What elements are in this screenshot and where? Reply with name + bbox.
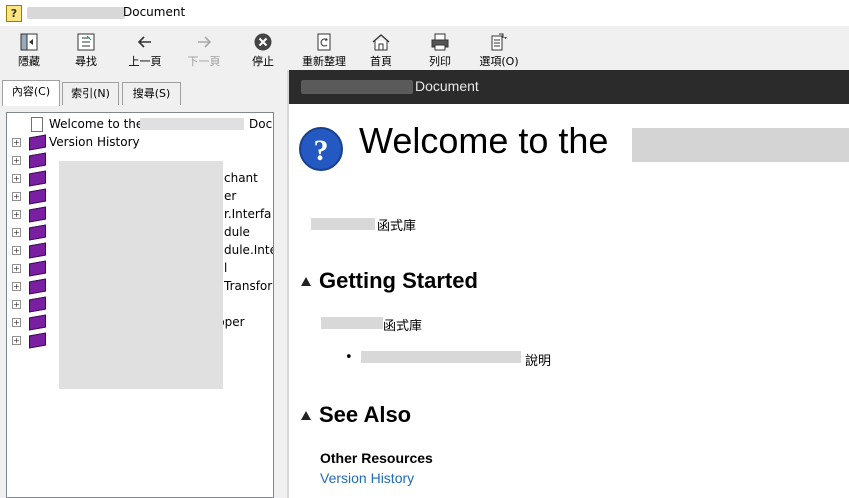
hide-label: 隱藏 — [18, 55, 40, 68]
library-text: 函式庫 — [383, 319, 423, 334]
redacted-text — [311, 218, 375, 230]
print-button[interactable]: 列印 — [411, 30, 469, 70]
tab-index[interactable]: 索引(N) — [62, 82, 119, 105]
print-label: 列印 — [429, 55, 451, 68]
expand-icon[interactable]: + — [12, 300, 21, 309]
redacted-text — [140, 118, 244, 130]
redacted-text — [361, 351, 521, 363]
book-icon — [29, 278, 46, 295]
collapse-triangle-icon[interactable] — [301, 277, 311, 286]
window-title: Document — [123, 5, 186, 19]
book-icon — [29, 332, 46, 349]
expand-icon[interactable]: + — [12, 192, 21, 201]
bullet-text: 說明 — [525, 354, 552, 369]
tree-item-label: er — [224, 189, 237, 203]
back-label: 上一頁 — [128, 55, 162, 68]
locate-button[interactable]: 尋找 — [57, 30, 115, 70]
book-icon — [29, 188, 46, 205]
title-bar: ? Document — [0, 0, 849, 26]
page-title: Welcome to the — [359, 120, 609, 161]
options-label: 選項(O) — [479, 55, 519, 68]
contents-tree: Welcome to the Doc + Version History + +… — [6, 112, 274, 498]
title-redacted — [27, 7, 125, 19]
book-icon — [29, 170, 46, 187]
book-icon — [29, 242, 46, 259]
tree-item-label: Welcome to the — [49, 117, 144, 131]
refresh-label: 重新整理 — [302, 55, 346, 68]
other-resources-heading: Other Resources — [320, 450, 433, 466]
book-icon — [29, 206, 46, 223]
expand-icon[interactable]: + — [12, 336, 21, 345]
expand-icon[interactable]: + — [12, 156, 21, 165]
home-button[interactable]: 首頁 — [352, 30, 410, 70]
expand-icon[interactable]: + — [12, 210, 21, 219]
document-header-title: Document — [415, 78, 479, 94]
home-icon — [370, 32, 392, 52]
options-button[interactable]: 選項(O) — [470, 30, 528, 70]
hide-pane-icon — [18, 32, 40, 52]
expand-icon[interactable]: + — [12, 264, 21, 273]
locate-icon — [75, 32, 97, 52]
home-label: 首頁 — [370, 55, 392, 68]
tree-item-label: chant — [224, 171, 258, 185]
tree-item-label: r.Interfa — [224, 207, 272, 221]
expand-icon[interactable]: + — [12, 282, 21, 291]
book-icon — [29, 224, 46, 241]
help-app-icon: ? — [6, 5, 22, 22]
tree-item-label: dule — [224, 225, 250, 239]
toolbar: 隱藏 尋找 上一頁 下一頁 停止 重新整理 首頁 列印 選項(O) — [0, 26, 849, 70]
collapse-triangle-icon[interactable] — [301, 411, 311, 420]
help-question-icon: ? — [299, 127, 343, 171]
refresh-button[interactable]: 重新整理 — [292, 30, 356, 70]
expand-icon[interactable]: + — [12, 318, 21, 327]
stop-icon — [252, 32, 274, 52]
printer-icon — [429, 32, 451, 52]
forward-label: 下一頁 — [187, 55, 221, 68]
navigation-pane: 內容(C) 索引(N) 搜尋(S) Welcome to the Doc + V… — [0, 70, 287, 498]
back-button[interactable]: 上一頁 — [116, 30, 174, 70]
tree-item-label: dule.Inte — [224, 243, 274, 257]
document-header-bar: Document — [289, 70, 849, 104]
tab-search[interactable]: 搜尋(S) — [122, 82, 181, 105]
section-heading: See Also — [319, 402, 412, 427]
page-icon — [31, 117, 43, 132]
tree-item-label: Version History — [49, 135, 140, 149]
back-arrow-icon — [134, 32, 156, 52]
book-icon — [29, 152, 46, 169]
section-getting-started[interactable]: Getting Started — [301, 268, 478, 294]
expand-icon[interactable]: + — [12, 228, 21, 237]
forward-arrow-icon — [193, 32, 215, 52]
redacted-tree-labels — [59, 161, 223, 389]
library-description: 函式庫 — [377, 219, 417, 234]
tree-item-welcome[interactable]: Welcome to the Doc — [7, 115, 273, 133]
stop-button[interactable]: 停止 — [234, 30, 292, 70]
tree-item-label: Transfor — [224, 279, 273, 293]
book-icon — [29, 314, 46, 331]
redacted-text — [301, 80, 413, 94]
section-see-also[interactable]: See Also — [301, 402, 411, 428]
refresh-icon — [313, 32, 335, 52]
forward-button[interactable]: 下一頁 — [175, 30, 233, 70]
tree-item-label-tail: Doc — [249, 117, 273, 131]
book-icon — [29, 260, 46, 277]
tree-item-label: l — [224, 261, 228, 275]
book-icon — [29, 134, 46, 151]
expand-icon[interactable]: + — [12, 174, 21, 183]
bullet-list-item: • — [345, 350, 353, 365]
book-icon — [29, 296, 46, 313]
tree-item-version-history[interactable]: + Version History — [7, 133, 273, 151]
stop-label: 停止 — [252, 55, 274, 68]
hide-button[interactable]: 隱藏 — [0, 30, 58, 70]
redacted-text — [321, 317, 383, 329]
tab-contents[interactable]: 內容(C) — [2, 80, 60, 106]
version-history-link[interactable]: Version History — [320, 470, 414, 486]
document-pane: Document ? Welcome to the 函式庫 Getting St… — [289, 70, 849, 498]
options-icon — [488, 32, 510, 52]
expand-icon[interactable]: + — [12, 138, 21, 147]
redacted-text — [632, 128, 849, 162]
locate-label: 尋找 — [75, 55, 97, 68]
section-heading: Getting Started — [319, 268, 478, 293]
expand-icon[interactable]: + — [12, 246, 21, 255]
